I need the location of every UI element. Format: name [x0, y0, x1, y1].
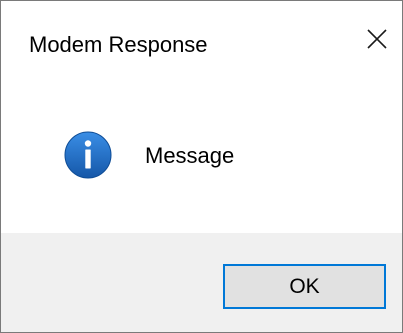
information-icon: [64, 131, 112, 179]
message-text: Message: [145, 143, 235, 168]
title-bar[interactable]: Modem Response: [1, 1, 402, 81]
dialog-content: Message: [1, 81, 402, 233]
dialog-footer: OK: [1, 233, 402, 332]
dialog-window: Modem Response Message OK: [0, 0, 403, 333]
ok-button[interactable]: OK: [223, 264, 386, 309]
close-icon: [366, 28, 388, 50]
close-button[interactable]: [353, 15, 401, 63]
window-title: Modem Response: [29, 32, 208, 57]
